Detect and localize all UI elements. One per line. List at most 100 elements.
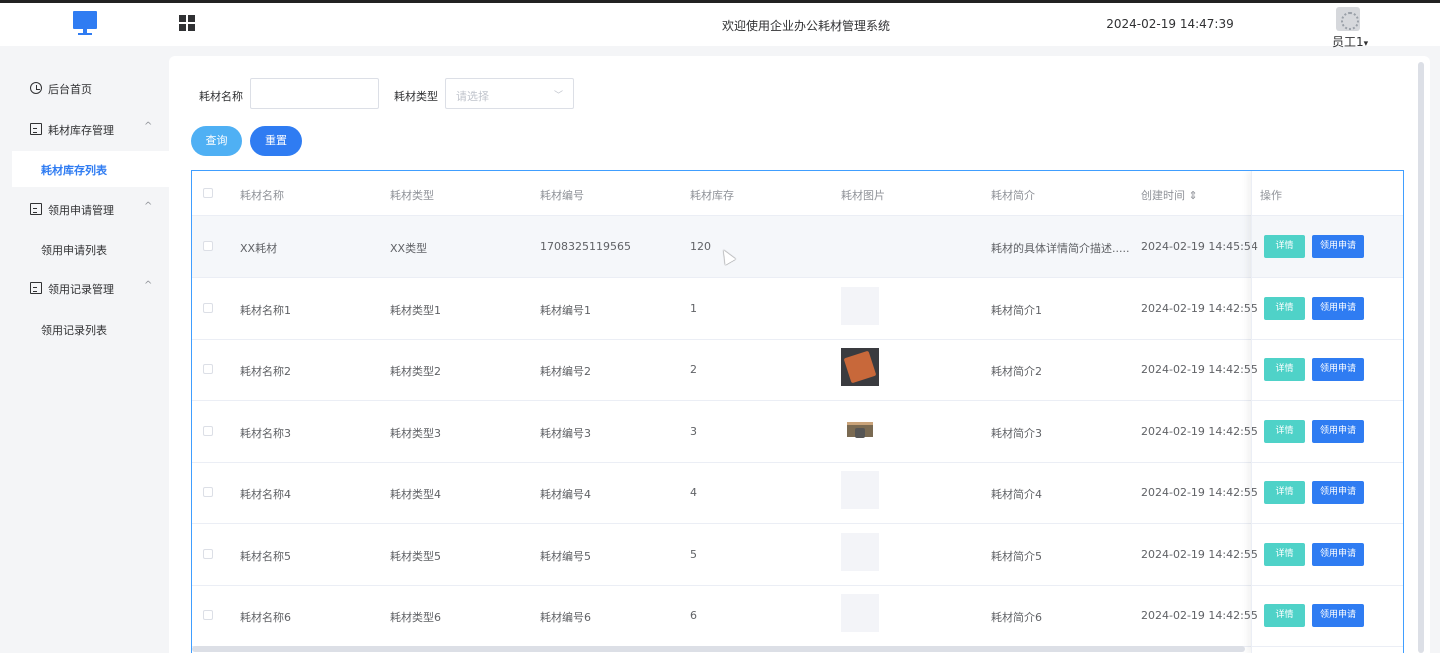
cell-created-time: 2024-02-19 14:42:55 — [1141, 486, 1258, 499]
image-placeholder[interactable] — [841, 533, 879, 571]
cell-stock: 4 — [690, 486, 697, 499]
cell-intro: 耗材简介1 — [991, 304, 1042, 317]
vertical-scrollbar[interactable] — [1418, 62, 1424, 653]
table-header: 耗材名称 耗材类型 耗材编号 耗材库存 耗材图片 耗材简介 创建时间 ⇕ 操作 — [192, 171, 1403, 216]
reset-button[interactable]: 重置 — [250, 126, 302, 156]
operation-column — [1251, 171, 1403, 653]
image-placeholder[interactable] — [841, 471, 879, 509]
sidebar-group-records[interactable]: 领用记录管理 ^ — [0, 268, 169, 308]
cell-stock: 1 — [690, 302, 697, 315]
user-name[interactable]: 员工1▾ — [1332, 33, 1368, 50]
row-checkbox[interactable] — [203, 426, 213, 436]
current-datetime: 2024-02-19 14:47:39 — [1106, 17, 1234, 31]
cell-created-time: 2024-02-19 14:45:54 — [1141, 240, 1258, 253]
row-checkbox[interactable] — [203, 610, 213, 620]
cell-type: 耗材类型3 — [390, 427, 441, 440]
chevron-down-icon: ﹀ — [553, 91, 563, 101]
sidebar-item-label: 耗材库存列表 — [41, 164, 107, 177]
desk-image[interactable] — [841, 410, 879, 448]
cell-stock: 6 — [690, 609, 697, 622]
column-header: 耗材简介 — [991, 189, 1035, 202]
cell-intro: 耗材简介5 — [991, 550, 1042, 563]
cell-type: 耗材类型4 — [390, 488, 441, 501]
type-filter-select[interactable]: 请选择 ﹀ — [445, 78, 574, 109]
cell-intro: 耗材的具体详情简介描述..... — [991, 242, 1130, 255]
cell-type: 耗材类型6 — [390, 611, 441, 624]
table-row: 耗材名称3 耗材类型3 耗材编号3 3 耗材简介3 2024-02-19 14:42:55… — [192, 401, 1403, 463]
image-placeholder[interactable] — [841, 287, 879, 325]
sidebar-item-label: 领用申请列表 — [41, 244, 107, 257]
cell-name: 耗材名称5 — [240, 550, 291, 563]
avatar[interactable] — [1336, 7, 1360, 31]
row-checkbox[interactable] — [203, 487, 213, 497]
chevron-up-icon: ^ — [144, 201, 153, 212]
table-row: 耗材名称4 耗材类型4 耗材编号4 4 耗材简介4 2024-02-19 14:42:55… — [192, 462, 1403, 524]
cell-name: XX耗材 — [240, 242, 278, 255]
cell-code: 耗材编号2 — [540, 365, 591, 378]
chevron-up-icon: ^ — [144, 121, 153, 132]
row-checkbox[interactable] — [203, 303, 213, 313]
chevron-up-icon: ^ — [144, 280, 153, 291]
sidebar: 后台首页 耗材库存管理 ^ 耗材库存列表 领用申请管理 ^ 领用申请列表 领用记… — [0, 46, 169, 653]
sidebar-item-label: 领用记录管理 — [48, 283, 114, 296]
sidebar-item-request-list[interactable]: 领用申请列表 — [0, 231, 169, 267]
created-time-sort-header[interactable]: 创建时间 ⇕ — [1141, 187, 1198, 203]
cell-intro: 耗材简介6 — [991, 611, 1042, 624]
image-placeholder[interactable] — [841, 594, 879, 632]
cell-name: 耗材名称1 — [240, 304, 291, 317]
cell-name: 耗材名称6 — [240, 611, 291, 624]
user-menu[interactable]: 员工1▾ — [1326, 7, 1374, 50]
grid-menu-icon[interactable] — [179, 15, 195, 31]
type-filter-placeholder: 请选择 — [456, 90, 489, 103]
cell-type: 耗材类型1 — [390, 304, 441, 317]
horizontal-scrollbar[interactable] — [192, 646, 1245, 652]
column-header: 耗材图片 — [841, 189, 885, 202]
cell-created-time: 2024-02-19 14:42:55 — [1141, 548, 1258, 561]
cell-code: 耗材编号1 — [540, 304, 591, 317]
card-icon — [30, 203, 42, 215]
clock-icon — [30, 82, 42, 94]
cell-code: 耗材编号4 — [540, 488, 591, 501]
table-row: 耗材名称2 耗材类型2 耗材编号2 2 耗材简介2 2024-02-19 14:42:55… — [192, 339, 1403, 401]
cell-code: 1708325119565 — [540, 240, 631, 253]
name-filter-input[interactable] — [250, 78, 379, 109]
sidebar-item-label: 耗材库存管理 — [48, 124, 114, 137]
notebook-image[interactable] — [841, 348, 879, 386]
sidebar-item-label: 后台首页 — [48, 83, 92, 96]
table-row: XX耗材 XX类型 1708325119565 120 耗材的具体详情简介描述.....… — [192, 216, 1403, 278]
row-checkbox[interactable] — [203, 241, 213, 251]
cell-type: 耗材类型2 — [390, 365, 441, 378]
cell-created-time: 2024-02-19 14:42:55 — [1141, 609, 1258, 622]
sidebar-item-record-list[interactable]: 领用记录列表 — [0, 311, 169, 347]
cell-stock: 120 — [690, 240, 711, 253]
sidebar-group-requests[interactable]: 领用申请管理 ^ — [0, 189, 169, 229]
cell-stock: 3 — [690, 425, 697, 438]
cell-created-time: 2024-02-19 14:42:55 — [1141, 425, 1258, 438]
cell-code: 耗材编号3 — [540, 427, 591, 440]
cell-created-time: 2024-02-19 14:42:55 — [1141, 363, 1258, 376]
column-header: 耗材编号 — [540, 189, 584, 202]
column-header: 耗材名称 — [240, 189, 284, 202]
select-all-checkbox[interactable] — [203, 188, 213, 198]
card-icon — [30, 282, 42, 294]
sidebar-item-home[interactable]: 后台首页 — [0, 68, 169, 108]
sidebar-item-label: 领用申请管理 — [48, 204, 114, 217]
cell-created-time: 2024-02-19 14:42:55 — [1141, 302, 1258, 315]
type-filter-label: 耗材类型 — [394, 90, 438, 103]
row-checkbox[interactable] — [203, 549, 213, 559]
row-checkbox[interactable] — [203, 364, 213, 374]
cell-code: 耗材编号6 — [540, 611, 591, 624]
name-filter-label: 耗材名称 — [199, 90, 243, 103]
sidebar-item-inventory-list[interactable]: 耗材库存列表 — [12, 151, 169, 187]
card-icon — [30, 123, 42, 135]
sidebar-group-inventory[interactable]: 耗材库存管理 ^ — [0, 109, 169, 149]
column-header: 耗材类型 — [390, 189, 434, 202]
table-row: 耗材名称6 耗材类型6 耗材编号6 6 耗材简介6 2024-02-19 14:42:55… — [192, 585, 1403, 647]
cell-name: 耗材名称3 — [240, 427, 291, 440]
column-header: 耗材库存 — [690, 189, 734, 202]
sidebar-item-label: 领用记录列表 — [41, 324, 107, 337]
cell-name: 耗材名称4 — [240, 488, 291, 501]
inventory-table: 耗材名称 耗材类型 耗材编号 耗材库存 耗材图片 耗材简介 创建时间 ⇕ 操作 … — [191, 170, 1404, 653]
query-button[interactable]: 查询 — [191, 126, 242, 156]
sort-icon[interactable]: ⇕ — [1189, 189, 1198, 202]
